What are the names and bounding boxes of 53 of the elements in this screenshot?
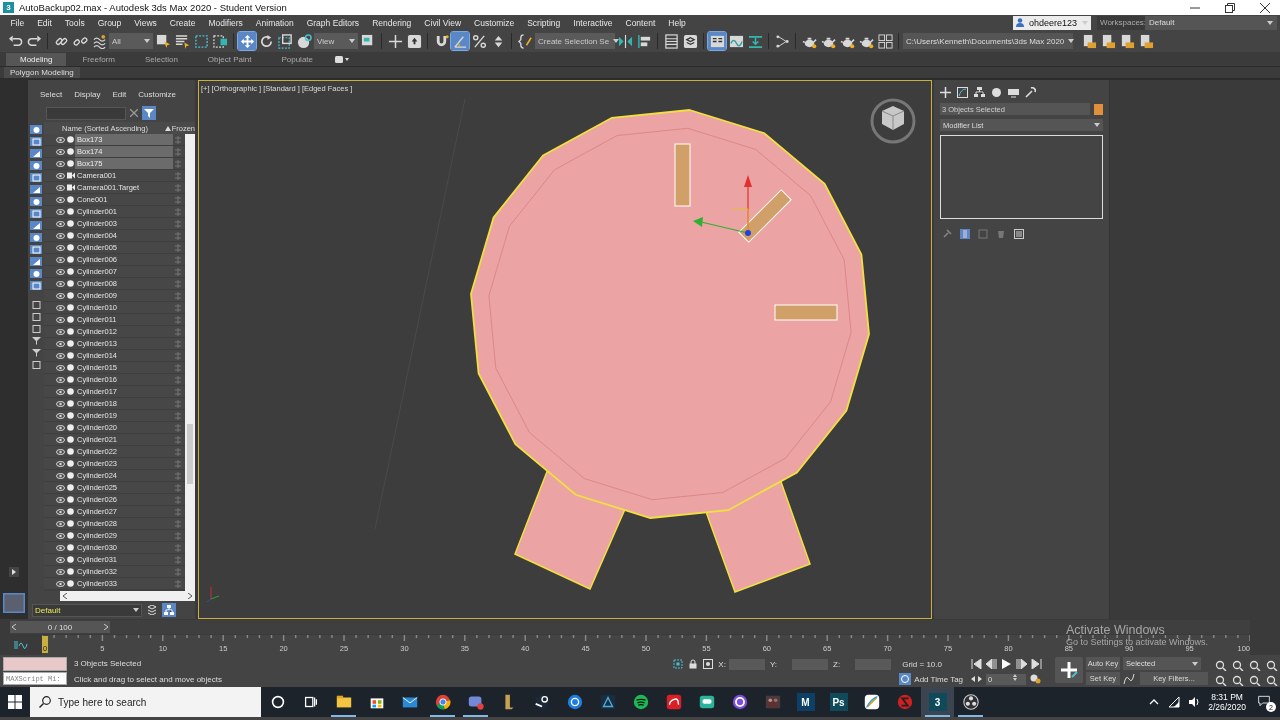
project-path-dropdown[interactable]: C:\Users\Kenneth\Documents\3ds Max 2020: [903, 33, 1073, 49]
workspaces-label: Workspaces:: [1097, 15, 1145, 30]
add-time-tag-button[interactable]: Add Time Tag: [899, 673, 964, 685]
ribbon-tab[interactable]: Populate: [267, 53, 327, 66]
menu-item[interactable]: Customize: [467, 15, 521, 30]
time-handle[interactable]: 0 / 100: [10, 621, 110, 633]
menu-item[interactable]: Civil View: [417, 15, 468, 30]
ribbon-tab[interactable]: Object Paint: [193, 53, 266, 66]
explorer-menu-item[interactable]: Customize: [132, 89, 183, 99]
menu-item[interactable]: Animation: [249, 15, 301, 30]
app-tile-icon: 3: [928, 693, 947, 711]
selection-status: 3 Objects Selected: [73, 658, 143, 668]
menu-item[interactable]: Group: [91, 15, 128, 30]
dropdown[interactable]: All: [109, 33, 153, 49]
menu-item[interactable]: Scripting: [520, 15, 567, 30]
axis-label: Y:: [769, 659, 778, 669]
menu-item[interactable]: Modifiers: [201, 15, 250, 30]
menu-item[interactable]: Help: [661, 15, 693, 30]
menu-item[interactable]: Create: [163, 15, 202, 30]
explorer-menu-item[interactable]: Select: [34, 89, 69, 99]
taskbar-button[interactable]: 3: [921, 687, 954, 717]
app-tile-icon: Ps: [829, 693, 848, 711]
menu-item[interactable]: File: [4, 15, 31, 30]
menu-item[interactable]: Views: [127, 15, 164, 30]
menu-item[interactable]: Interactive: [566, 15, 619, 30]
explorer-menu-item[interactable]: Edit: [106, 89, 133, 99]
dropdown[interactable]: View: [314, 33, 358, 49]
workspace-dropdown[interactable]: Default: [1145, 15, 1277, 30]
menu-item[interactable]: Rendering: [365, 15, 418, 30]
layer-dropdown[interactable]: Default: [32, 603, 142, 617]
menu-item[interactable]: Content: [619, 15, 662, 30]
menu-item[interactable]: Edit: [30, 15, 59, 30]
axis-label: Z:: [833, 659, 841, 669]
grid-size: Grid = 10.0: [902, 659, 942, 669]
taskbar-search-field[interactable]: Type here to search: [30, 687, 261, 717]
app-logo: 3: [3, 2, 14, 13]
menu-item[interactable]: Tools: [58, 15, 92, 30]
clock-date[interactable]: 2/26/2020: [1208, 702, 1246, 712]
ribbon-panel-tab[interactable]: Polygon Modeling: [4, 67, 80, 78]
activation-title: Activate Windows: [1066, 623, 1166, 637]
axis-label: X:: [718, 659, 726, 669]
app-tile-icon: M: [796, 693, 815, 711]
window-title: AutoBackup02.max - Autodesk 3ds Max 2020 - Student Version: [19, 2, 287, 13]
prompt-text: Click and drag to select and move objects: [73, 674, 223, 684]
ribbon-tab[interactable]: Freeform: [68, 53, 129, 66]
ribbon-tab[interactable]: Modeling: [6, 53, 67, 66]
account-dropdown[interactable]: ohdeere123: [1013, 15, 1091, 30]
clock-time[interactable]: 8:31 PM: [1211, 692, 1243, 702]
ribbon-tab[interactable]: Selection: [130, 53, 192, 66]
explorer-menu-item[interactable]: Display: [68, 89, 107, 99]
taskbar-button[interactable]: Ps: [822, 687, 855, 717]
menu-item[interactable]: Graph Editors: [300, 15, 366, 30]
taskbar-button[interactable]: M: [789, 687, 822, 717]
